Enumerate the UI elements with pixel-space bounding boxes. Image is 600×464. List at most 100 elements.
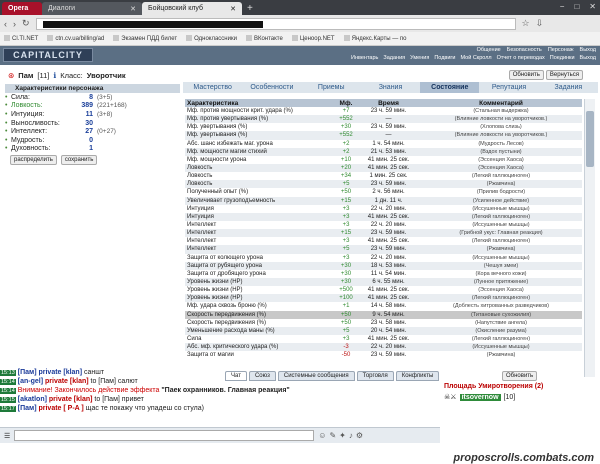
new-tab-button[interactable]: + [247,2,253,15]
nav-feats[interactable]: Подвиги [434,55,455,64]
table-row: Мф. удара сквозь броню (%) +1 14 ч. 58 мин… [185,302,582,310]
tab-4[interactable]: Состояние [420,82,480,93]
bookmark-item[interactable]: Одноклассники [186,35,237,42]
filter-icon[interactable]: ✦ [339,431,346,440]
location-refresh-button[interactable]: Обновить [502,371,538,381]
col-comment: Комментарий [420,99,582,107]
nav-my-scroll[interactable]: Мой Скролл [461,55,492,64]
bookmark-item[interactable]: ВКонтакте [245,35,283,42]
sound-icon[interactable]: ♪ [349,431,353,440]
nav-quests[interactable]: Задания [383,55,405,64]
row-characteristic: Защита от магии [187,352,234,359]
chat-tab-3[interactable]: Торговля [356,371,394,381]
tab-0[interactable]: Мастерство [183,82,242,93]
opera-menu-button[interactable]: Opera [2,2,42,15]
chat-tab-2[interactable]: Системные сообщения [277,371,355,381]
favicon-icon [47,35,54,41]
stats-buttons: распределить сохранить [5,155,180,166]
table-row: Интеллект +5 23 ч. 59 мин. (Ржавчина) [185,245,582,254]
chat-nick[interactable]: [an-gel] [18,378,43,385]
clear-icon[interactable]: ✎ [329,431,336,440]
tab-6[interactable]: Задания [539,82,598,93]
chat-icon[interactable]: ☰ [4,432,10,440]
nav-transfer-report[interactable]: Отчет о переводах [497,55,545,64]
nav-inventory[interactable]: Инвентарь [351,55,378,64]
minimize-button[interactable]: − [560,2,565,11]
bookmark-item[interactable]: Ценоор.NET [291,35,335,42]
table-scrollbar[interactable] [584,99,595,377]
nav-duels[interactable]: Поединки [550,55,575,64]
reload-icon[interactable]: ↻ [22,18,30,29]
tab-3[interactable]: Знания [361,82,420,93]
stats-title: Характеристики персонажа [5,84,180,93]
favicon-icon [291,35,298,41]
chat-input[interactable] [14,430,315,441]
row-time: 41 мин. 25 сек. [357,163,420,173]
nav-security[interactable]: Безопасность [507,47,542,53]
settings-icon[interactable]: ⚙ [356,431,363,440]
clan-icon: ⊛ [8,71,15,80]
chat-time: 15:15 [0,397,16,403]
nav-character[interactable]: Персонаж [548,47,574,53]
row-mf: +3 [342,205,350,212]
tab-fight-club[interactable]: Бойцовский клуб ✕ [142,2,242,15]
row-time: — [357,115,420,124]
redacted-url [42,20,263,28]
nav-exit[interactable]: Выход [580,47,596,53]
forward-icon[interactable]: › [13,19,16,29]
chat-nick[interactable]: [Пам] private [klan] [18,369,82,376]
player-name[interactable]: itsovernow [459,393,501,401]
back-icon[interactable]: ‹ [4,19,7,29]
character-name[interactable]: Пам [18,71,33,80]
watermark: proposcrolls.combats.com [453,452,594,464]
table-row: Уровень жизни (НР) +100 41 мин. 25 сек. (Ле… [185,294,582,303]
row-comment: (Кора вечного кожи) [475,270,527,277]
scroll-thumb[interactable] [586,111,594,167]
distribute-button[interactable]: распределить [10,155,57,166]
nav-skills[interactable]: Умения [410,55,429,64]
bookmark-item[interactable]: Cl.TI.NET [4,35,38,42]
tab-5[interactable]: Репутация [479,82,538,93]
bookmark-item[interactable]: Яндекс.Карты — по [343,35,406,42]
top-buttons: Обновить Вернуться [508,70,583,80]
bookmarks-bar: Cl.TI.NET ctn.cv.ua/billing/ad Экзамен П… [0,32,600,46]
save-button[interactable]: сохранить [60,155,98,166]
effects-body: Мф. против мощности крит. удара (%) +7 23 … [185,107,582,359]
chat-system: Внимание! Закончилось действие эффекта [17,387,160,394]
chat-tab-4[interactable]: Конфликты [395,371,440,381]
row-mf: +34 [340,173,352,180]
return-button[interactable]: Вернуться [545,70,583,80]
tab-2[interactable]: Приемы [302,82,361,93]
chat-nick[interactable]: [akatlon] [18,396,47,403]
download-icon[interactable]: ⇩ [536,18,544,29]
maximize-button[interactable]: □ [574,2,579,11]
bookmark-star-icon[interactable]: ☆ [522,18,530,29]
chat-tab-1[interactable]: Союз [248,371,276,381]
chat-nick[interactable]: [Пам] [18,405,37,412]
refresh-button[interactable]: Обновить [508,70,544,80]
bookmark-item[interactable]: Экзамен ПДД билет [113,35,177,42]
stat-value: 1 [89,145,93,153]
nav-chat[interactable]: Общение [477,47,501,53]
close-icon[interactable]: ✕ [130,5,136,13]
stat-value: 30 [85,119,93,127]
row-time: 41 мин. 25 сек. [367,287,410,294]
tab-1[interactable]: Особенности [242,82,301,93]
close-icon[interactable]: ✕ [230,5,236,13]
close-window-button[interactable]: ✕ [589,2,596,11]
bookmark-item[interactable]: ctn.cv.ua/billing/ad [47,35,104,42]
info-icon[interactable]: ℹ [53,71,56,80]
row-characteristic: Защита от дробящего урона [187,270,266,277]
url-input[interactable] [35,17,516,30]
chat-tab-0[interactable]: Чат [225,371,247,381]
chat-input-bar: ☰ ☺ ✎ ✦ ♪ ⚙ [0,427,440,443]
stat-row: • Выносливость: 30 [5,119,180,128]
row-mf: +7 [342,108,350,115]
table-row: Интуиция +3 41 мин. 25 сек. (Легкий галлюци… [185,212,582,221]
table-row: Интеллект +3 41 мин. 25 сек. (Легкий галлюц… [185,237,582,245]
tab-dialogs[interactable]: Диалоги ✕ [42,2,142,15]
row-characteristic: Мф. удара сквозь броню (%) [187,303,267,310]
player-entry[interactable]: ☠⚔ itsovernow [10] [444,393,598,401]
nav-exit-2[interactable]: Выход [580,55,596,64]
smile-icon[interactable]: ☺ [318,431,326,440]
